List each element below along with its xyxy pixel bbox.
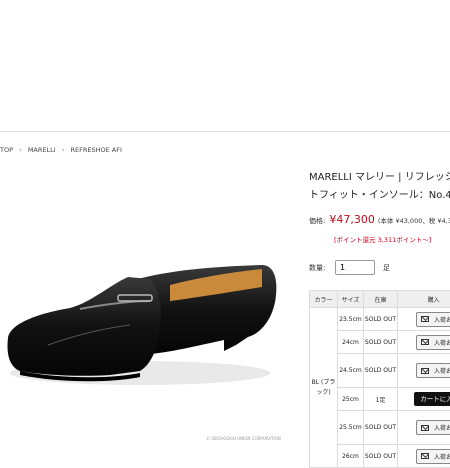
purchase-cell: カートに入: [398, 388, 450, 411]
purchase-cell: 入荷お: [398, 445, 450, 468]
table-row: BL (ブラック) 23.5cm SOLD OUT 入荷お: [310, 308, 450, 331]
breadcrumb-top-link[interactable]: TOP: [0, 146, 13, 154]
price-row: 価格: ¥47,300 (本体 ¥43,000、税 ¥4,3: [309, 213, 450, 226]
add-to-cart-button[interactable]: カートに入: [414, 392, 450, 406]
restock-inquiry-label: 入荷お: [434, 315, 450, 324]
header-divider: [0, 131, 450, 132]
quantity-row: 数量: 足: [309, 260, 390, 275]
stock-status: 1足: [364, 388, 398, 411]
stock-status: SOLD OUT: [364, 445, 398, 468]
stock-status: SOLD OUT: [364, 308, 398, 331]
product-title-line1: MARELLI マレリー | リフレッシュー: [309, 169, 450, 187]
quantity-unit: 足: [383, 263, 390, 273]
product-image: [0, 205, 282, 445]
quantity-label: 数量:: [309, 263, 335, 273]
points-note: [ポイント還元 3,311ポイント〜]: [334, 234, 431, 244]
restock-inquiry-button[interactable]: 入荷お: [416, 312, 450, 327]
restock-inquiry-button[interactable]: 入荷お: [416, 449, 450, 464]
restock-inquiry-label: 入荷お: [434, 423, 450, 432]
breadcrumb: TOP › MARELLI › REFRESHOE AFI: [0, 146, 122, 154]
purchase-cell: 入荷お: [398, 308, 450, 331]
mail-icon: [421, 425, 429, 431]
price-tax-note: (本体 ¥43,000、税 ¥4,3: [378, 215, 450, 225]
mail-icon: [421, 339, 429, 345]
size-cell: 25cm: [338, 388, 364, 411]
purchase-cell: 入荷お: [398, 411, 450, 445]
breadcrumb-current: REFRESHOE AFI: [70, 146, 121, 154]
size-cell: 25.5cm: [338, 411, 364, 445]
mail-icon: [421, 316, 429, 322]
quantity-input[interactable]: [335, 260, 375, 275]
column-header-color: カラー: [310, 291, 338, 308]
restock-inquiry-label: 入荷お: [434, 452, 450, 461]
price-value: ¥47,300: [329, 213, 375, 226]
color-cell: BL (ブラック): [310, 308, 338, 468]
stock-status: SOLD OUT: [364, 411, 398, 445]
purchase-cell: 入荷お: [398, 331, 450, 354]
chevron-right-icon: ›: [62, 146, 65, 154]
restock-inquiry-button[interactable]: 入荷お: [416, 420, 450, 435]
column-header-size: サイズ: [338, 291, 364, 308]
column-header-stock: 在庫: [364, 291, 398, 308]
chevron-right-icon: ›: [19, 146, 22, 154]
stock-status: SOLD OUT: [364, 354, 398, 388]
restock-inquiry-button[interactable]: 入荷お: [416, 335, 450, 350]
restock-inquiry-label: 入荷お: [434, 366, 450, 375]
mail-icon: [421, 453, 429, 459]
restock-inquiry-button[interactable]: 入荷お: [416, 363, 450, 378]
purchase-cell: 入荷お: [398, 354, 450, 388]
restock-inquiry-label: 入荷お: [434, 338, 450, 347]
image-copyright: © SEICHOUKAI UNION CORPORATION: [206, 436, 281, 441]
size-cell: 23.5cm: [338, 308, 364, 331]
product-title-line2: トフィット・インソール：No.4217: [309, 187, 450, 205]
size-cell: 26cm: [338, 445, 364, 468]
column-header-purchase: 購入: [398, 291, 450, 308]
stock-status: SOLD OUT: [364, 331, 398, 354]
size-cell: 24.5cm: [338, 354, 364, 388]
size-cell: 24cm: [338, 331, 364, 354]
product-title: MARELLI マレリー | リフレッシュー トフィット・インソール：No.42…: [309, 169, 450, 205]
stock-table: カラー サイズ 在庫 購入 BL (ブラック) 23.5cm SOLD OUT …: [309, 290, 450, 468]
price-label: 価格:: [309, 216, 325, 226]
breadcrumb-brand-link[interactable]: MARELLI: [28, 146, 56, 154]
mail-icon: [421, 368, 429, 374]
